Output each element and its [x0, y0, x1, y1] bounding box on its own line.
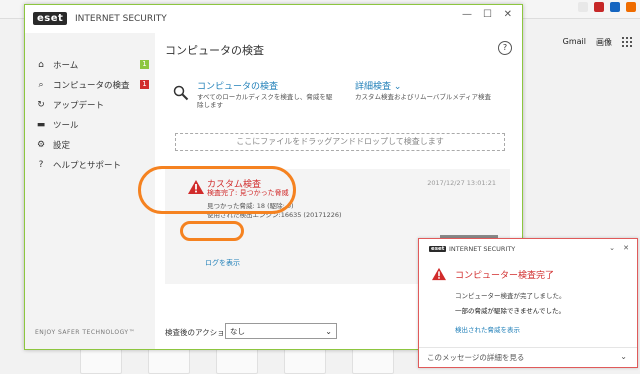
apps-grid-icon[interactable]: [622, 37, 632, 47]
view-threats-link[interactable]: 検出された脅威を表示: [455, 324, 520, 334]
shortcut-tiles: [80, 348, 394, 374]
highlight-annotation: [180, 221, 244, 241]
eset-logo: eset: [429, 246, 447, 252]
sidebar-item-label: コンピュータの検査: [53, 81, 130, 91]
notification-title: コンピューター検査完了: [455, 271, 555, 281]
advanced-scan-desc: カスタム検査およびリムーバブルメディア検査: [355, 93, 491, 101]
notification-message: コンピューター検査が完了しました。: [455, 292, 566, 300]
help-button[interactable]: ?: [498, 41, 512, 55]
close-button[interactable]: ✕: [504, 9, 512, 20]
browser-extension-icons: [578, 2, 636, 12]
sidebar-item[interactable]: ▬ ツール: [35, 117, 151, 133]
search-icon: ⌕: [38, 80, 44, 90]
gear-icon: ⚙: [36, 140, 46, 150]
product-name: INTERNET SECURITY: [75, 14, 167, 24]
scan-computer-title[interactable]: コンピュータの検査: [197, 79, 337, 92]
title-bar: eset INTERNET SECURITY — ☐ ✕: [25, 5, 522, 33]
advanced-scan-title[interactable]: 詳細検査 ⌄: [355, 79, 505, 92]
tagline: ENJOY SAFER TECHNOLOGY™: [35, 329, 136, 336]
sidebar-item-label: ヘルプとサポート: [53, 161, 122, 171]
post-scan-action-label: 検査後のアクション: [165, 328, 233, 337]
shortcut-tile[interactable]: [148, 348, 190, 374]
sidebar-item-label: 設定: [53, 141, 71, 151]
sidebar-item[interactable]: ? ヘルプとサポート: [35, 157, 151, 173]
notification-app-name: INTERNET SECURITY: [449, 245, 516, 253]
sidebar: ⌂ ホーム 1 ⌕ コンピュータの検査 1 ↻ アップデート ▬ ツール ⚙ 設定? ヘルプとサポート …: [25, 33, 155, 349]
sidebar-item[interactable]: ⌕ コンピュータの検査 1: [35, 77, 151, 93]
notification-message: 一部の脅威が駆除できませんでした。: [455, 307, 565, 315]
sidebar-item-label: ホーム: [53, 61, 79, 71]
maximize-button[interactable]: ☐: [483, 9, 492, 20]
google-header-links: Gmail 画像: [563, 37, 632, 48]
sidebar-item-label: ツール: [53, 121, 79, 131]
notification-footer[interactable]: このメッセージの詳細を見る ⌄: [419, 347, 637, 368]
eset-logo: eset: [33, 12, 68, 25]
sidebar-item-label: アップデート: [53, 101, 105, 111]
notification-details-link[interactable]: このメッセージの詳細を見る: [427, 352, 524, 363]
help-icon: ?: [38, 160, 44, 170]
post-scan-action-select[interactable]: なし ⌄: [225, 323, 337, 339]
result-timestamp: 2017/12/27 13:01:21: [427, 179, 496, 187]
chevron-down-icon: ⌄: [325, 327, 332, 336]
page-title: コンピュータの検査: [165, 44, 264, 57]
highlight-annotation: [138, 166, 296, 214]
shortcut-tile[interactable]: [284, 348, 326, 374]
close-icon[interactable]: ✕: [623, 244, 629, 252]
chevron-down-icon[interactable]: ⌄: [620, 352, 627, 361]
flag-icon[interactable]: [610, 2, 620, 12]
briefcase-icon: ▬: [36, 120, 46, 130]
extension-icon[interactable]: [594, 2, 604, 12]
extension-icon[interactable]: [626, 2, 636, 12]
advanced-scan-option[interactable]: 詳細検査 ⌄ カスタム検査およびリムーバブルメディア検査: [355, 79, 505, 101]
refresh-icon: ↻: [37, 100, 45, 110]
sidebar-item[interactable]: ↻ アップデート: [35, 97, 151, 113]
scan-computer-option[interactable]: コンピュータの検査 すべてのローカルディスクを検査し、脅威を駆除します: [197, 79, 337, 109]
notification-toast: eset INTERNET SECURITY ⌄ ✕ コンピューター検査完了 コ…: [418, 238, 638, 368]
shortcut-tile[interactable]: [216, 348, 258, 374]
sidebar-item[interactable]: ⌂ ホーム 1: [35, 57, 151, 73]
show-log-link[interactable]: ログを表示: [205, 258, 240, 268]
gmail-link[interactable]: Gmail: [563, 37, 586, 48]
status-badge: 1: [140, 60, 149, 69]
images-link[interactable]: 画像: [596, 37, 612, 48]
status-badge: 1: [140, 80, 149, 89]
scan-computer-desc: すべてのローカルディスクを検査し、脅威を駆除します: [197, 93, 333, 109]
warning-icon: [432, 267, 446, 281]
minimize-button[interactable]: —: [462, 9, 472, 20]
post-scan-action-value: なし: [230, 327, 245, 336]
shortcut-tile[interactable]: [352, 348, 394, 374]
sidebar-item[interactable]: ⚙ 設定: [35, 137, 151, 153]
magnifier-icon: [173, 85, 189, 101]
chevron-down-icon[interactable]: ⌄: [609, 244, 615, 252]
drop-zone[interactable]: ここにファイルをドラッグアンドドロップして検査します: [175, 133, 505, 151]
home-icon: ⌂: [38, 60, 44, 70]
extension-icon[interactable]: [578, 2, 588, 12]
shortcut-tile[interactable]: [80, 348, 122, 374]
